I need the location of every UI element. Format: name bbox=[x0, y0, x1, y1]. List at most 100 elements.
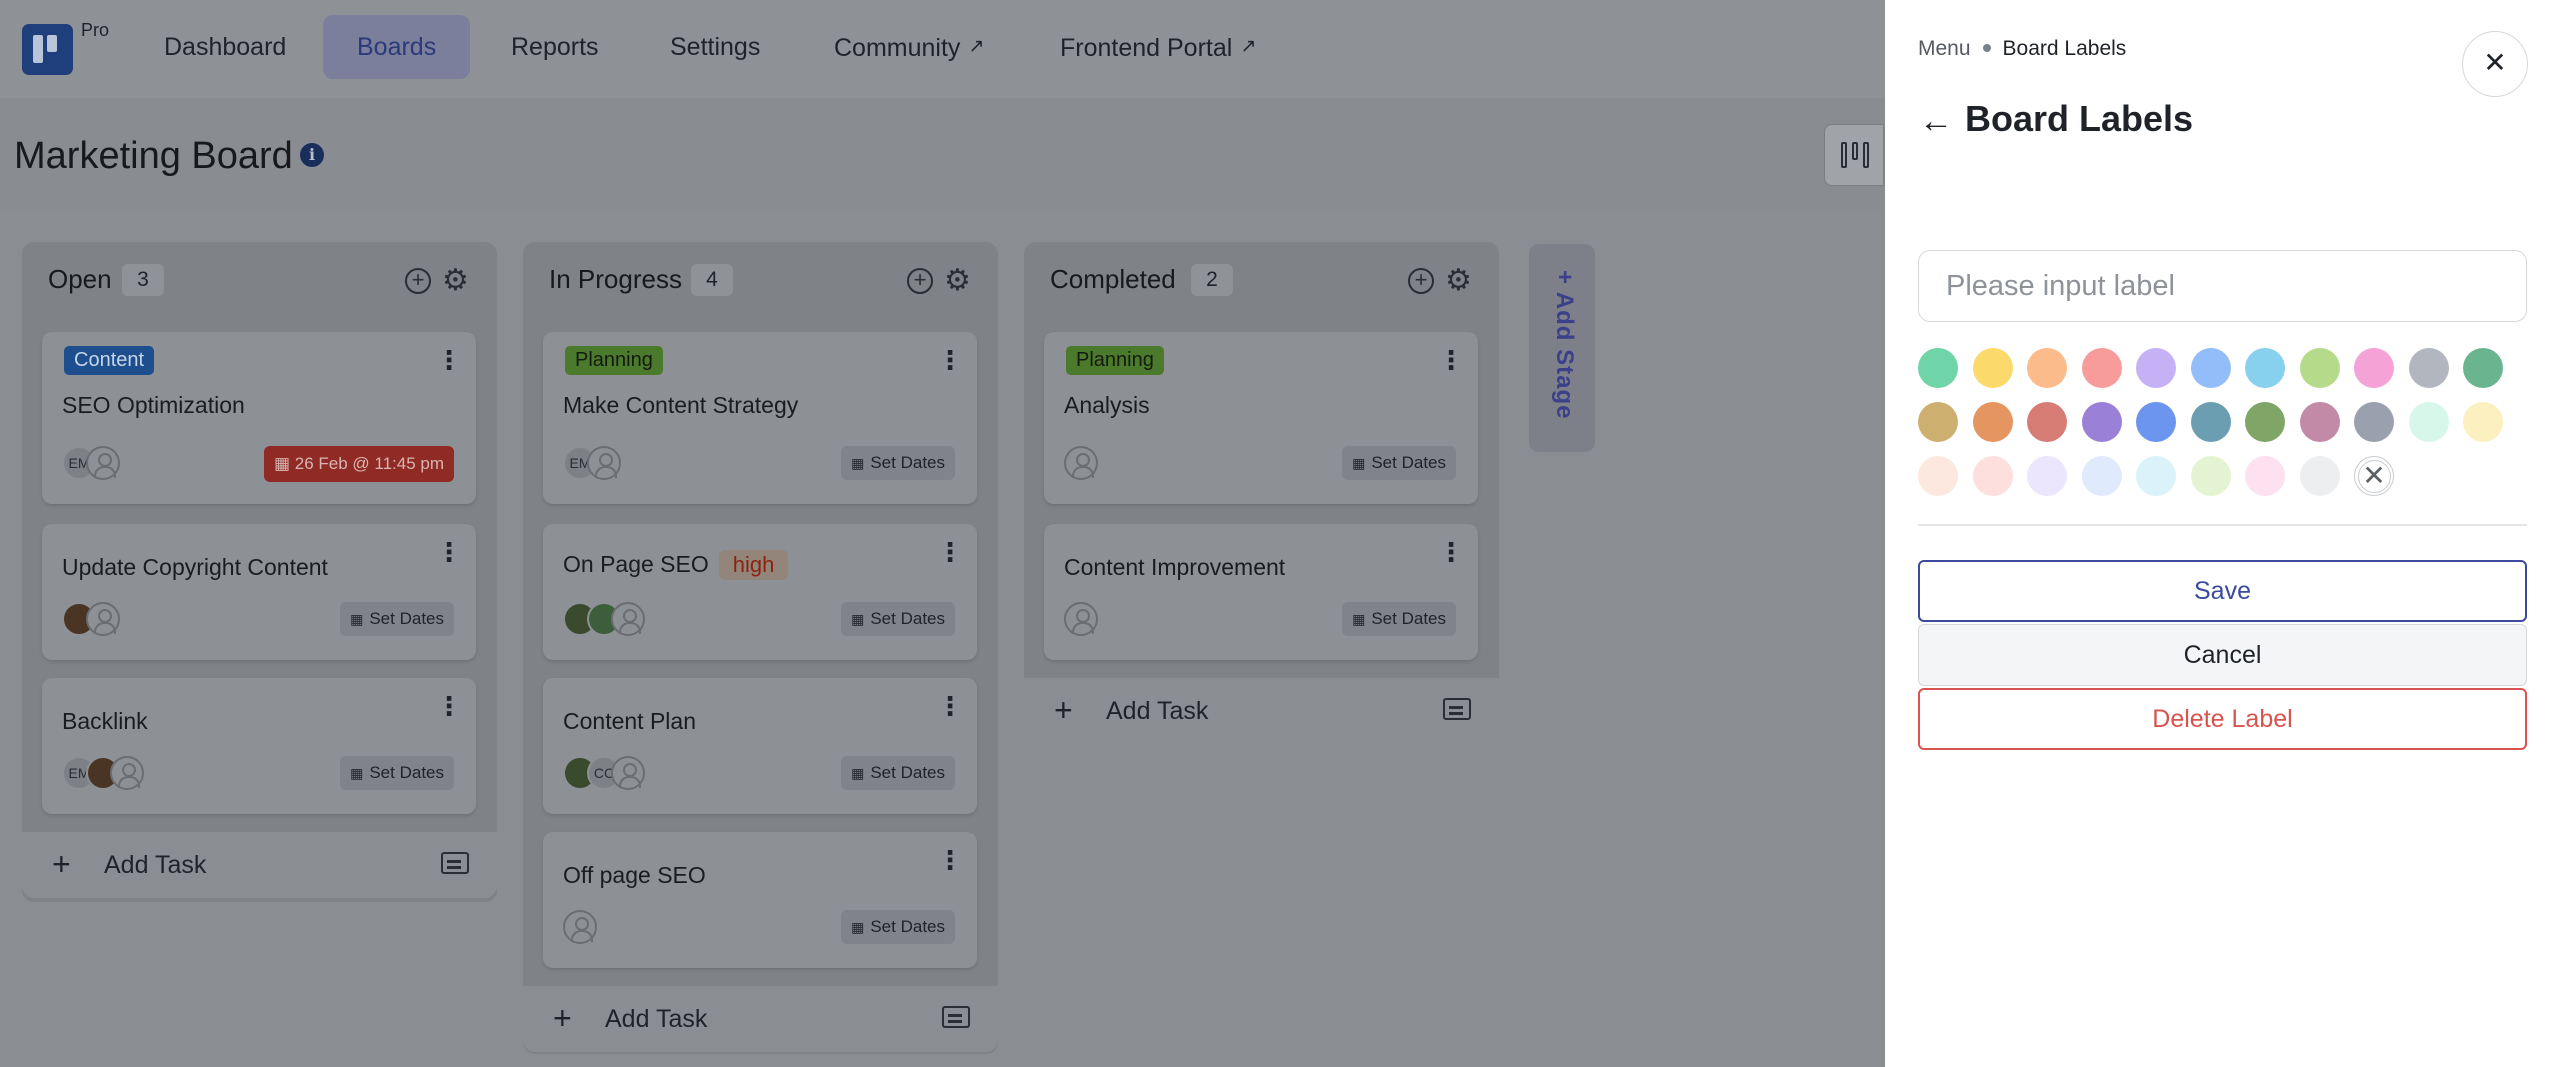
color-swatch[interactable] bbox=[1972, 456, 2013, 496]
color-swatch[interactable] bbox=[2081, 456, 2122, 496]
task-card[interactable]: Backlink ⋮ EM ▦ Set Dates bbox=[42, 678, 476, 814]
task-card[interactable]: Off page SEO ⋮ ▦ Set Dates bbox=[543, 832, 977, 968]
task-card[interactable]: Content SEO Optimization ⋮ EM ▦ 26 Feb @… bbox=[42, 332, 476, 504]
task-card[interactable]: On Page SEO high ⋮ ▦ Set Dates bbox=[543, 524, 977, 660]
kanban-view-icon[interactable] bbox=[1824, 124, 1884, 186]
more-vertical-icon[interactable]: ⋮ bbox=[436, 693, 462, 719]
color-swatch[interactable] bbox=[2408, 348, 2449, 388]
set-dates-button[interactable]: ▦ Set Dates bbox=[841, 602, 955, 636]
color-swatch[interactable] bbox=[2245, 456, 2285, 496]
delete-label-button[interactable]: Delete Label bbox=[1918, 688, 2527, 750]
calendar-icon: ▦ bbox=[350, 611, 364, 627]
nav-settings[interactable]: Settings bbox=[636, 15, 794, 79]
nav-frontend-portal[interactable]: Frontend Portal ↗ bbox=[1026, 15, 1290, 79]
color-swatch[interactable] bbox=[2136, 456, 2176, 496]
color-swatch[interactable] bbox=[1918, 456, 1958, 496]
cancel-button[interactable]: Cancel bbox=[1918, 624, 2527, 686]
task-title: Content Plan bbox=[563, 708, 696, 734]
color-swatch[interactable] bbox=[2245, 348, 2285, 388]
clear-color-icon[interactable]: ✕ bbox=[2354, 456, 2394, 496]
add-task-button[interactable]: + Add Task bbox=[22, 832, 497, 898]
label-badge: Planning bbox=[565, 346, 663, 375]
task-card[interactable]: Planning Analysis ⋮ ▦ Set Dates bbox=[1044, 332, 1478, 504]
set-dates-button[interactable]: ▦ Set Dates bbox=[340, 602, 454, 636]
color-swatch[interactable] bbox=[2463, 348, 2503, 388]
color-swatch[interactable] bbox=[2245, 402, 2285, 442]
nav-boards[interactable]: Boards bbox=[323, 15, 471, 79]
add-circle-icon[interactable]: + bbox=[405, 268, 431, 294]
color-swatch[interactable] bbox=[2299, 402, 2340, 442]
task-title: Analysis bbox=[1064, 392, 1150, 418]
save-button[interactable]: Save bbox=[1918, 560, 2527, 622]
color-swatch[interactable] bbox=[2463, 402, 2503, 442]
template-icon[interactable] bbox=[1443, 698, 1471, 720]
color-swatch[interactable] bbox=[2299, 456, 2340, 496]
gear-icon[interactable]: ⚙ bbox=[944, 266, 971, 296]
template-icon[interactable] bbox=[942, 1006, 970, 1028]
color-swatch[interactable] bbox=[2190, 348, 2231, 388]
color-swatch[interactable] bbox=[2136, 402, 2176, 442]
breadcrumb-menu[interactable]: Menu bbox=[1918, 37, 1971, 60]
color-swatch[interactable] bbox=[2027, 348, 2067, 388]
color-swatch[interactable] bbox=[2190, 456, 2231, 496]
set-dates-button[interactable]: ▦ Set Dates bbox=[841, 910, 955, 944]
gear-icon[interactable]: ⚙ bbox=[442, 266, 469, 296]
color-swatch[interactable] bbox=[2354, 348, 2394, 388]
nav-reports[interactable]: Reports bbox=[477, 15, 633, 79]
more-vertical-icon[interactable]: ⋮ bbox=[937, 539, 963, 565]
task-title: On Page SEO high bbox=[563, 550, 789, 580]
task-title: Backlink bbox=[62, 708, 148, 734]
more-vertical-icon[interactable]: ⋮ bbox=[1438, 539, 1464, 565]
color-swatch[interactable] bbox=[2136, 348, 2176, 388]
task-title: Content Improvement bbox=[1064, 554, 1286, 580]
divider bbox=[1918, 524, 2527, 526]
color-swatch[interactable] bbox=[1972, 348, 2013, 388]
set-dates-button[interactable]: ▦ Set Dates bbox=[340, 756, 454, 790]
color-swatch[interactable] bbox=[1972, 402, 2013, 442]
label-badge: Content bbox=[64, 346, 155, 375]
more-vertical-icon[interactable]: ⋮ bbox=[436, 347, 462, 373]
close-icon[interactable]: ✕ bbox=[2462, 31, 2528, 97]
task-card[interactable]: Update Copyright Content ⋮ ▦ Set Dates bbox=[42, 524, 476, 660]
gear-icon[interactable]: ⚙ bbox=[1445, 266, 1472, 296]
task-card[interactable]: Planning Make Content Strategy ⋮ EM ▦ Set… bbox=[543, 332, 977, 504]
add-circle-icon[interactable]: + bbox=[1408, 268, 1434, 294]
avatar-placeholder-icon bbox=[1064, 446, 1098, 480]
template-icon[interactable] bbox=[441, 852, 469, 874]
task-card[interactable]: Content Improvement ⋮ ▦ Set Dates bbox=[1044, 524, 1478, 660]
color-swatch[interactable] bbox=[2190, 402, 2231, 442]
add-stage-button[interactable]: + Add Stage bbox=[1529, 244, 1595, 452]
color-swatch[interactable] bbox=[1918, 348, 1958, 388]
color-swatch[interactable] bbox=[2027, 402, 2067, 442]
back-arrow-icon[interactable]: ← bbox=[1919, 101, 1953, 141]
set-dates-button[interactable]: ▦ Set Dates bbox=[1342, 602, 1456, 636]
app-logo[interactable] bbox=[22, 24, 73, 75]
color-swatch[interactable] bbox=[1918, 402, 1958, 442]
set-dates-button[interactable]: ▦ Set Dates bbox=[1342, 446, 1456, 480]
color-swatch[interactable] bbox=[2408, 402, 2449, 442]
more-vertical-icon[interactable]: ⋮ bbox=[937, 693, 963, 719]
calendar-icon: ▦ bbox=[851, 611, 865, 627]
add-task-button[interactable]: + Add Task bbox=[523, 986, 998, 1052]
set-dates-button[interactable]: ▦ Set Dates bbox=[841, 446, 955, 480]
more-vertical-icon[interactable]: ⋮ bbox=[937, 847, 963, 873]
more-vertical-icon[interactable]: ⋮ bbox=[436, 539, 462, 565]
add-circle-icon[interactable]: + bbox=[907, 268, 933, 294]
info-icon[interactable]: i bbox=[300, 143, 324, 167]
label-name-input[interactable] bbox=[1918, 250, 2527, 322]
add-task-button[interactable]: + Add Task bbox=[1024, 678, 1499, 744]
set-dates-button[interactable]: ▦ Set Dates bbox=[841, 756, 955, 790]
nav-community[interactable]: Community ↗ bbox=[800, 15, 1018, 79]
color-swatch[interactable] bbox=[2081, 402, 2122, 442]
color-swatch[interactable] bbox=[2299, 348, 2340, 388]
color-swatch[interactable] bbox=[2354, 402, 2394, 442]
stage-title: Completed bbox=[1050, 264, 1176, 294]
more-vertical-icon[interactable]: ⋮ bbox=[937, 347, 963, 373]
due-date-badge[interactable]: ▦ 26 Feb @ 11:45 pm bbox=[263, 446, 454, 482]
more-vertical-icon[interactable]: ⋮ bbox=[1438, 347, 1464, 373]
task-title: Make Content Strategy bbox=[563, 392, 799, 418]
color-swatch[interactable] bbox=[2081, 348, 2122, 388]
nav-dashboard[interactable]: Dashboard bbox=[130, 15, 320, 79]
task-card[interactable]: Content Plan ⋮ CC ▦ Set Dates bbox=[543, 678, 977, 814]
color-swatch[interactable] bbox=[2027, 456, 2067, 496]
